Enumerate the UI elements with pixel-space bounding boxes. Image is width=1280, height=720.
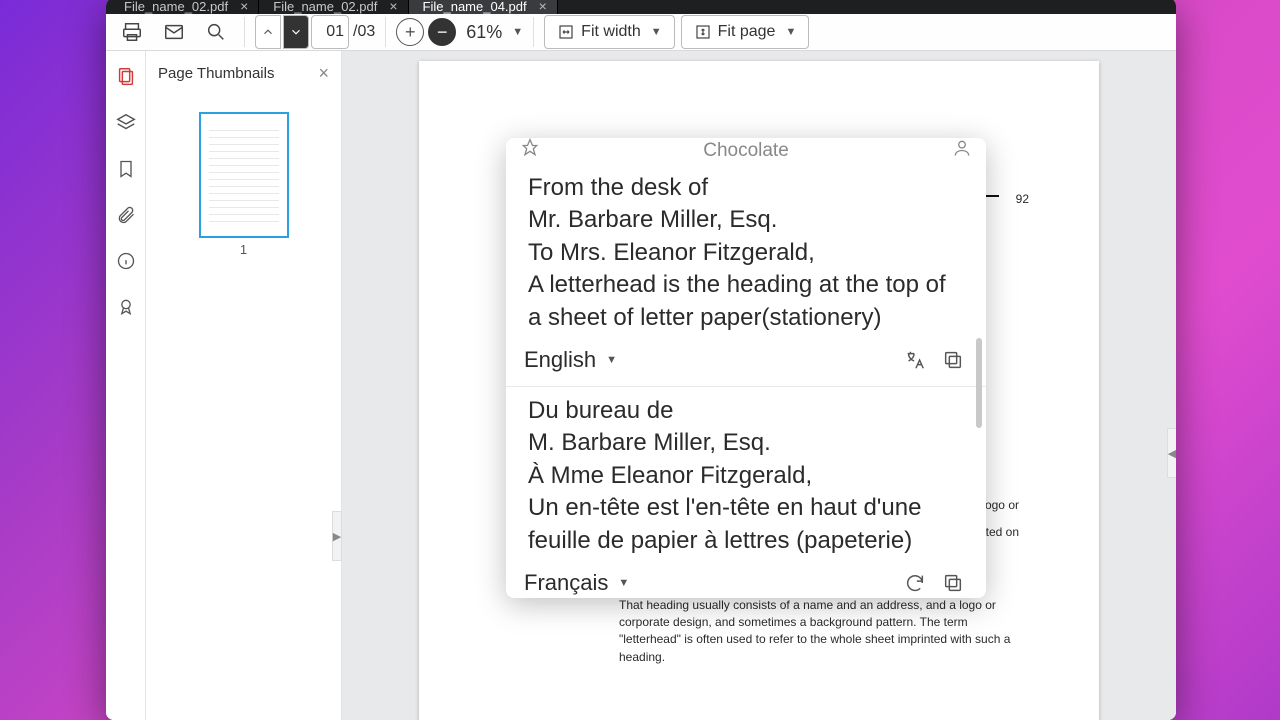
thumbnails-panel: Page Thumbnails × 1 [146,51,342,720]
pin-icon[interactable] [520,138,540,164]
page-up-button[interactable] [255,15,281,49]
refresh-icon[interactable] [900,568,930,598]
zoom-controls: + − 61% ▼ [396,18,523,46]
chevron-down-icon: ▼ [618,577,629,589]
thumbnails-title: Page Thumbnails [158,65,274,82]
search-icon[interactable] [198,14,234,50]
translate-popup: Chocolate From the desk of Mr. Barbare M… [506,138,986,598]
award-icon[interactable] [114,295,138,319]
zoom-out-button[interactable]: − [428,18,456,46]
fit-width-label: Fit width [581,23,641,41]
thumbnails-icon[interactable] [114,65,138,89]
thumbnail-page-number: 1 [156,242,331,257]
page-number-input[interactable] [311,15,349,49]
attachment-icon[interactable] [114,203,138,227]
popup-title: Chocolate [540,140,952,162]
page-down-button[interactable] [283,15,309,49]
target-language-select[interactable]: Français ▼ [524,570,629,596]
popup-scrollbar[interactable] [976,338,982,428]
pdf-app-window: File_name_02.pdf × File_name_02.pdf × Fi… [106,0,1176,720]
layers-icon[interactable] [114,111,138,135]
separator [385,17,386,47]
page-total-label: /03 [353,23,375,41]
tab-bar: File_name_02.pdf × File_name_02.pdf × Fi… [106,0,1176,14]
thumbnail-preview [209,124,279,226]
target-pane: Du bureau de M. Barbare Miller, Esq. À M… [506,386,986,598]
chevron-down-icon: ▼ [606,354,617,366]
separator [244,17,245,47]
document-tab-0[interactable]: File_name_02.pdf × [110,0,259,14]
tab-label: File_name_02.pdf [273,0,377,14]
popup-header: Chocolate [506,138,986,164]
source-language-select[interactable]: English ▼ [524,347,617,373]
tab-label: File_name_02.pdf [124,0,228,14]
source-pane: From the desk of Mr. Barbare Miller, Esq… [506,164,986,386]
close-icon[interactable]: × [539,0,547,14]
document-tab-1[interactable]: File_name_02.pdf × [259,0,408,14]
copy-icon[interactable] [938,345,968,375]
copy-icon[interactable] [938,568,968,598]
fit-page-button[interactable]: Fit page ▼ [681,15,810,49]
user-icon[interactable] [952,138,972,164]
page-thumbnail-1[interactable] [199,112,289,238]
target-toolbar: Français ▼ [506,557,986,598]
translate-icon[interactable] [900,345,930,375]
close-icon[interactable]: × [318,63,329,84]
zoom-value: 61% [466,22,502,43]
source-text[interactable]: From the desk of Mr. Barbare Miller, Esq… [506,164,986,334]
page-number-badge: 92 [1016,191,1029,208]
fit-width-button[interactable]: Fit width ▼ [544,15,674,49]
document-tab-2[interactable]: File_name_04.pdf × [409,0,558,14]
chevron-down-icon[interactable]: ▼ [512,26,523,38]
page-navigator: /03 [255,15,375,49]
tab-label: File_name_04.pdf [423,0,527,14]
source-toolbar: English ▼ [506,334,986,386]
bookmark-icon[interactable] [114,157,138,181]
toolbar: /03 + − 61% ▼ Fit width ▼ Fit page ▼ [106,14,1176,51]
print-icon[interactable] [114,14,150,50]
zoom-in-button[interactable]: + [396,18,424,46]
left-sidebar [106,51,146,720]
desktop-background: File_name_02.pdf × File_name_02.pdf × Fi… [0,0,1280,720]
close-icon[interactable]: × [240,0,248,14]
info-icon[interactable] [114,249,138,273]
chevron-down-icon: ▼ [785,26,796,38]
target-text[interactable]: Du bureau de M. Barbare Miller, Esq. À M… [506,387,986,557]
close-icon[interactable]: × [389,0,397,14]
chevron-down-icon: ▼ [651,26,662,38]
separator [533,17,534,47]
panel-collapse-right[interactable]: ◀ [1167,428,1176,478]
fit-page-label: Fit page [718,23,776,41]
panel-collapse-left[interactable]: ▶ [332,511,342,561]
mail-icon[interactable] [156,14,192,50]
